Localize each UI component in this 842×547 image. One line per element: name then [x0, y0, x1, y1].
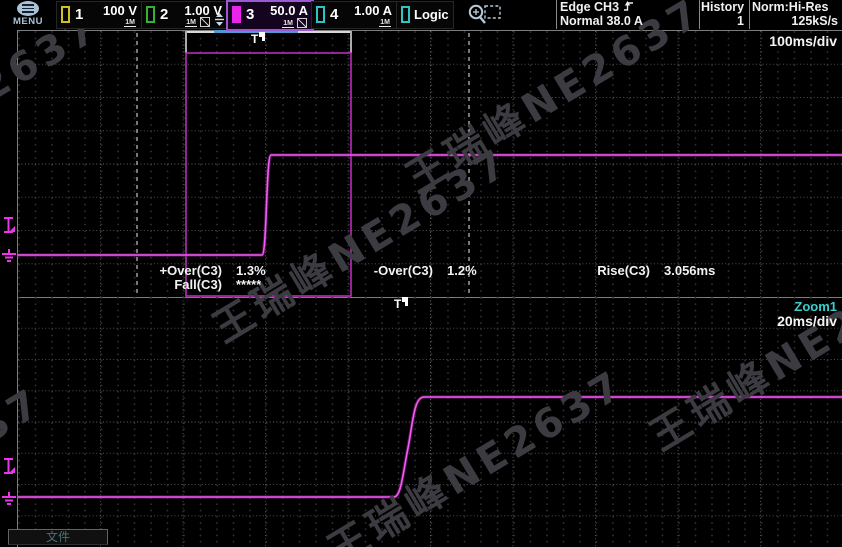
ch3-zoom-position-marker-icon[interactable]	[1, 457, 16, 475]
probe-attenuation-icon	[297, 18, 307, 28]
measurement-label: -Over(C3)	[355, 263, 433, 278]
trigger-line1: Edge CH3	[560, 0, 619, 14]
zoom1-window-label: Zoom1	[794, 299, 837, 314]
history-value: 1	[701, 14, 747, 28]
main-trace-layer	[18, 31, 842, 297]
acquisition-mode: Norm:Hi-Res	[752, 0, 840, 14]
channel-value: 50.0 A	[270, 3, 308, 18]
ch3-zoom-trace-glow	[18, 397, 842, 497]
sample-rate: 125kS/s	[752, 14, 840, 28]
channel-number: 4	[330, 6, 338, 23]
measurement-value: *****	[236, 277, 261, 292]
vertical-position-icon	[215, 13, 224, 26]
channel-value: 100 V	[103, 3, 137, 18]
menu-icon	[17, 1, 39, 16]
trigger-line2: Normal 38.0 A	[560, 14, 694, 28]
ch3-zoom-trace	[18, 397, 842, 497]
trigger-marker-letter: T	[394, 297, 401, 311]
main-timebase-label: 100ms/div	[769, 33, 837, 49]
trigger-flag-icon	[259, 32, 266, 42]
ch3-ground-level-icon	[1, 249, 17, 263]
measurement-fall: Fall(C3) *****	[140, 277, 261, 292]
top-bar-separator	[699, 0, 700, 29]
probe-attenuation-icon	[200, 17, 210, 27]
impedance-1m-icon: 1M	[282, 20, 294, 28]
top-bar-separator	[556, 0, 557, 29]
channel-1-indicator	[61, 6, 70, 23]
impedance-1m-icon: 1M	[124, 19, 136, 27]
top-bar: MENU 1 100 V 1M 2 1.00 V 1M 3 50.0 A	[0, 0, 842, 29]
channel-1-box[interactable]: 1 100 V 1M	[56, 1, 142, 29]
ch3-zoom-ground-level-icon	[1, 492, 17, 506]
channel-value: 1.00 A	[354, 3, 392, 18]
measurement-plus-over: +Over(C3) 1.3%	[140, 263, 266, 278]
ch3-position-marker-icon[interactable]	[1, 216, 16, 234]
measurement-value: 1.3%	[236, 263, 266, 278]
top-bar-separator	[749, 0, 750, 29]
oscilloscope-screen: 王瑞峰NE2637 王瑞峰NE2637 王瑞峰NE2637 王瑞峰NE2637 …	[0, 0, 842, 547]
logic-label: Logic	[414, 7, 449, 22]
edge-trigger-icon	[623, 0, 634, 12]
menu-button[interactable]: MENU	[3, 0, 53, 29]
file-button[interactable]: 文件	[8, 529, 108, 545]
channel-number: 3	[246, 6, 254, 23]
channel-3-box[interactable]: 3 50.0 A 1M	[226, 0, 314, 31]
trigger-position-marker[interactable]: T	[251, 32, 266, 46]
zoom1-waveform-window	[17, 297, 842, 547]
acquisition-block[interactable]: Norm:Hi-Res 125kS/s	[752, 0, 840, 29]
channel-2-box[interactable]: 2 1.00 V 1M	[141, 1, 227, 29]
logic-box[interactable]: Logic	[396, 1, 454, 29]
menu-label: MENU	[3, 16, 53, 27]
trigger-marker-letter: T	[251, 32, 258, 46]
channel-number: 1	[75, 6, 83, 23]
history-label: History	[701, 0, 747, 14]
zoom1-trace-layer	[18, 297, 842, 547]
measurement-value: 1.2%	[447, 263, 477, 278]
measurement-label: Fall(C3)	[140, 277, 222, 292]
zoom1-trigger-position-marker[interactable]: T	[394, 297, 409, 311]
impedance-1m-icon: 1M	[379, 19, 391, 27]
measurement-rise: Rise(C3) 3.056ms	[578, 263, 715, 278]
ch3-trace-glow	[18, 155, 842, 255]
impedance-1m-icon: 1M	[185, 19, 197, 27]
channel-3-indicator	[232, 6, 241, 23]
measurement-minus-over: -Over(C3) 1.2%	[355, 263, 477, 278]
measurement-value: 3.056ms	[664, 263, 715, 278]
channel-4-indicator	[316, 6, 325, 23]
trigger-settings[interactable]: Edge CH3 Normal 38.0 A	[560, 0, 694, 29]
zoom-search-icon[interactable]	[466, 2, 504, 28]
measurement-label: +Over(C3)	[140, 263, 222, 278]
channel-number: 2	[160, 6, 168, 23]
ch3-trace	[18, 155, 842, 255]
channel-4-box[interactable]: 4 1.00 A 1M	[311, 1, 397, 29]
trigger-flag-icon	[402, 297, 409, 307]
channel-2-indicator	[146, 6, 155, 23]
main-waveform-window	[17, 30, 842, 298]
history-block[interactable]: History 1	[701, 0, 747, 29]
logic-indicator	[401, 6, 410, 23]
zoom1-timebase-label: 20ms/div	[777, 313, 837, 329]
measurement-label: Rise(C3)	[578, 263, 650, 278]
